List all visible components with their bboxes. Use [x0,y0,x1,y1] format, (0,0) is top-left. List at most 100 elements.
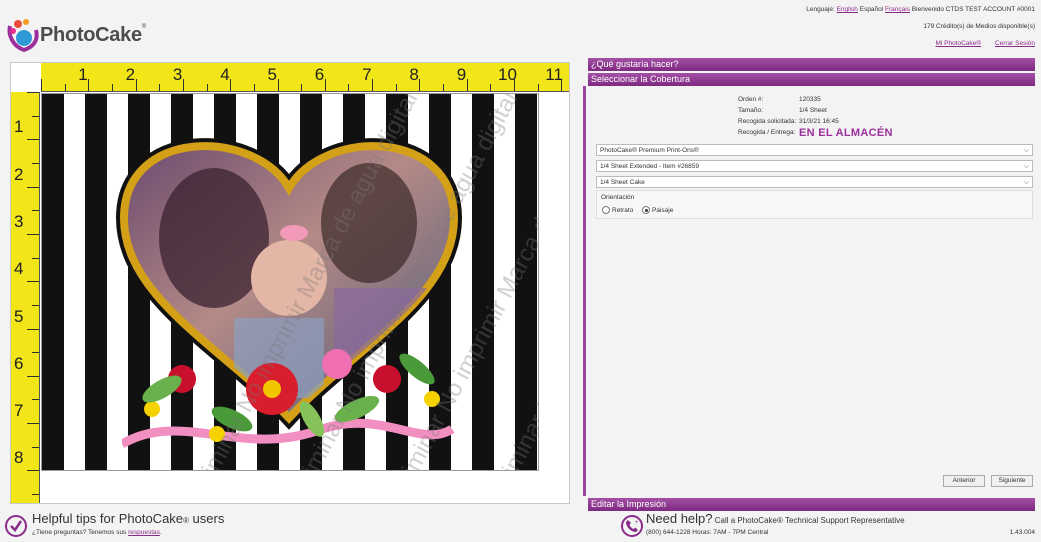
ruler-tick [253,84,255,91]
ruler-tick [206,84,208,91]
chevron-down-icon: ⌵ [1023,147,1029,154]
ruler-tick [537,84,539,91]
app-version: 1.43.004 [1009,529,1035,536]
ruler-top-number: 9 [456,65,467,84]
ruler-top-number: 5 [267,65,277,84]
logout-link[interactable]: Cerrar Sesión [995,40,1035,47]
section-select-cover[interactable]: Seleccionar la Cobertura [588,73,1035,86]
ruler-top-number: 11 [545,65,563,84]
portrait-label: Retrato [612,206,634,214]
ruler-tick [32,352,39,354]
order-label: Orden #: [738,96,764,103]
cake-image[interactable]: Vista preliminar No imprimir Marca de ag… [41,93,539,471]
ruler-corner [11,63,41,92]
ruler-tick [27,233,39,235]
ruler-tick [27,328,39,330]
ruler-top-number: 1 [78,65,88,84]
cake-size-select[interactable]: 1/4 Sheet Cake ⌵ [596,176,1033,188]
checkmark-icon [5,515,27,537]
language-label: Lenguaje: [806,6,835,13]
ruler-tick [490,84,492,91]
delivery-value: EN EL ALMACÉN [799,127,893,139]
ruler-top-number: 4 [220,65,230,84]
ruler-tick [348,84,350,91]
ruler-left-number: 7 [14,401,24,421]
tips-title-end: users [188,511,225,526]
cake-size-value: 1/4 Sheet Cake [600,179,645,186]
radio-dot[interactable] [602,206,610,214]
ruler-top-number: 10 [498,65,517,84]
cover-settings-panel: Orden #: 120335 Tamaño: 1/4 Sheet Recogida… [583,86,1035,496]
tips-title: Helpful tips for PhotoCake® users [32,511,224,526]
pickup-value: 31/3/21 16:45 [799,118,839,125]
ruler-tick [27,470,39,472]
lang-english[interactable]: English [837,6,858,13]
delivery-label: Recogida / Entrega: [738,129,796,136]
radio-dot-selected[interactable] [642,206,650,214]
ruler-tick [27,92,39,93]
lang-francais[interactable]: Français [885,6,910,13]
floral-decoration [122,349,455,448]
landscape-label: Paisaje [652,206,674,214]
ruler-tick [32,304,39,306]
ruler-tick [466,79,468,91]
next-button[interactable]: Siguiente [991,475,1033,487]
orientation-portrait-radio[interactable]: Retrato [602,206,633,214]
credits-text: 179 Crédito(s) de Medios disponible(s) [923,23,1035,30]
ruler-left-number: 1 [14,117,24,137]
ruler-tick [230,79,232,91]
ruler-tick [27,139,39,141]
order-info: Orden #: 120335 Tamaño: 1/4 Sheet Recogida… [738,94,893,140]
ruler-tick [27,281,39,283]
answers-link[interactable]: respuestas [128,529,160,536]
ruler-top: 1 2 3 4 5 6 7 8 9 10 11 [41,63,569,92]
product-line-select[interactable]: PhotoCake® Premium Print-Ons® ⌵ [596,144,1033,156]
tips-subtitle: ¿Tiene preguntas? Tenemos sus respuestas… [32,529,162,536]
size-label: Tamaño: [738,107,763,114]
ruler-tick [64,84,66,91]
phone-icon: + [621,515,643,537]
order-value: 120335 [799,96,821,103]
ruler-tick [135,79,137,91]
ruler-tick [111,84,113,91]
orientation-group: Orientación Retrato Paisaje [596,190,1033,219]
ruler-tick [32,115,39,117]
brand-name: PhotoCake® [40,24,146,46]
section-what-to-do[interactable]: ¿Qué gustaría hacer? [588,58,1035,71]
ruler-left-number: 2 [14,164,24,184]
photocake-logo-icon [7,19,39,53]
tips-title-text: Helpful tips for PhotoCake [32,511,184,526]
help-subtitle-title: Call a PhotoCake® Technical Support Repr… [712,516,905,525]
ruler-tick [301,84,303,91]
ruler-tick [27,423,39,425]
item-select[interactable]: 1/4 Sheet Extended - Item #26859 ⌵ [596,160,1033,172]
product-line-value: PhotoCake® Premium Print-Ons® [600,147,699,154]
ruler-top-number: 3 [172,65,183,84]
ruler-tick [88,79,90,91]
ruler-tick [159,84,161,91]
size-value: 1/4 Sheet [799,107,827,114]
ruler-left-number: 5 [14,306,24,326]
language-bar: Lenguaje: English Español Français Bienv… [806,6,1035,13]
ruler-tick [32,399,39,401]
ruler-tick [443,84,445,91]
tips-subtitle-text: ¿Tiene preguntas? Tenemos sus [32,529,129,536]
previous-button[interactable]: Anterior [943,475,985,487]
ruler-left-number: 3 [14,211,24,231]
ruler-tick [32,210,39,212]
ruler-tick [32,494,39,496]
my-photocake-link[interactable]: Mi PhotoCake® [935,40,981,47]
item-value: 1/4 Sheet Extended - Item #26859 [600,163,700,170]
account-links: Mi PhotoCake® Cerrar Sesión [923,40,1035,47]
orientation-landscape-radio[interactable]: Paisaje [642,206,673,214]
ruler-left: 1 2 3 4 5 6 7 8 [11,92,40,503]
ruler-tick [27,375,39,377]
welcome-text: Bienvenido CTDS TEST ACCOUNT #0001 [911,6,1035,13]
svg-text:+: + [635,520,639,526]
ruler-tick [32,162,39,164]
ruler-top-number: 2 [125,65,136,84]
ruler-left-number: 6 [14,353,24,373]
ruler-tick [324,79,326,91]
section-edit-print[interactable]: Editar la Impresión [588,498,1035,511]
chevron-down-icon: ⌵ [1023,163,1029,170]
